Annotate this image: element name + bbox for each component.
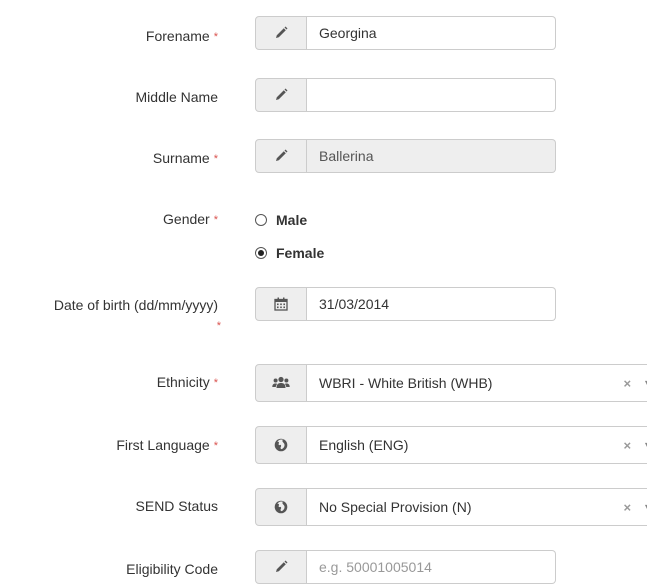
required-marker: * bbox=[213, 377, 218, 389]
required-marker: * bbox=[213, 153, 218, 165]
globe-icon bbox=[274, 500, 288, 514]
surname-addon bbox=[255, 139, 307, 173]
pencil-icon bbox=[276, 149, 288, 161]
dob-addon bbox=[255, 287, 307, 321]
forename-group: Georgina bbox=[255, 16, 556, 50]
middle-name-group bbox=[255, 78, 556, 112]
gender-label: Gender * bbox=[163, 211, 218, 227]
surname-group: Ballerina bbox=[255, 139, 556, 173]
pencil-icon bbox=[276, 26, 288, 38]
forename-addon bbox=[255, 16, 307, 50]
first-language-label: First Language * bbox=[116, 437, 218, 453]
required-marker: * bbox=[213, 214, 218, 226]
forename-label: Forename * bbox=[145, 28, 218, 44]
eligibility-code-input[interactable]: e.g. 50001005014 bbox=[307, 550, 556, 584]
ethnicity-label: Ethnicity * bbox=[156, 374, 218, 390]
radio-dot bbox=[258, 250, 264, 256]
dob-required-marker: * bbox=[216, 320, 221, 332]
clear-icon[interactable]: × bbox=[623, 438, 631, 453]
dropdown-arrow-icon[interactable]: ▼ bbox=[643, 502, 647, 512]
send-status-label: SEND Status bbox=[135, 498, 218, 514]
calendar-icon bbox=[274, 297, 288, 311]
clear-icon[interactable]: × bbox=[623, 500, 631, 515]
ethnicity-group: WBRI - White British (WHB) × ▼ bbox=[255, 364, 647, 402]
middle-name-label: Middle Name bbox=[135, 89, 218, 105]
eligibility-code-label: Eligibility Code bbox=[126, 561, 218, 577]
clear-icon[interactable]: × bbox=[623, 376, 631, 391]
required-marker: * bbox=[213, 31, 218, 43]
send-status-select[interactable]: No Special Provision (N) × ▼ bbox=[307, 488, 647, 526]
globe-icon bbox=[274, 438, 288, 452]
dob-group: 31/03/2014 bbox=[255, 287, 556, 321]
eligibility-code-group: e.g. 50001005014 bbox=[255, 550, 556, 584]
dob-label: Date of birth (dd/mm/yyyy) bbox=[53, 297, 218, 313]
users-icon bbox=[272, 376, 290, 388]
required-marker: * bbox=[213, 440, 218, 452]
radio-unchecked[interactable] bbox=[255, 214, 267, 226]
eligibility-code-addon bbox=[255, 550, 307, 584]
surname-label: Surname * bbox=[152, 150, 218, 166]
middle-name-addon bbox=[255, 78, 307, 112]
forename-input[interactable]: Georgina bbox=[307, 16, 556, 50]
send-status-addon bbox=[255, 488, 307, 526]
pencil-icon bbox=[276, 560, 288, 572]
ethnicity-addon bbox=[255, 364, 307, 402]
first-language-addon bbox=[255, 426, 307, 464]
dob-input[interactable]: 31/03/2014 bbox=[307, 287, 556, 321]
pencil-icon bbox=[276, 88, 288, 100]
dropdown-arrow-icon[interactable]: ▼ bbox=[643, 440, 647, 450]
gender-option-female[interactable]: Female bbox=[255, 245, 324, 261]
first-language-select[interactable]: English (ENG) × ▼ bbox=[307, 426, 647, 464]
gender-option-male[interactable]: Male bbox=[255, 212, 307, 228]
dropdown-arrow-icon[interactable]: ▼ bbox=[643, 378, 647, 388]
send-status-group: No Special Provision (N) × ▼ bbox=[255, 488, 647, 526]
first-language-group: English (ENG) × ▼ bbox=[255, 426, 647, 464]
ethnicity-select[interactable]: WBRI - White British (WHB) × ▼ bbox=[307, 364, 647, 402]
middle-name-input[interactable] bbox=[307, 78, 556, 112]
radio-checked[interactable] bbox=[255, 247, 267, 259]
surname-input[interactable]: Ballerina bbox=[307, 139, 556, 173]
